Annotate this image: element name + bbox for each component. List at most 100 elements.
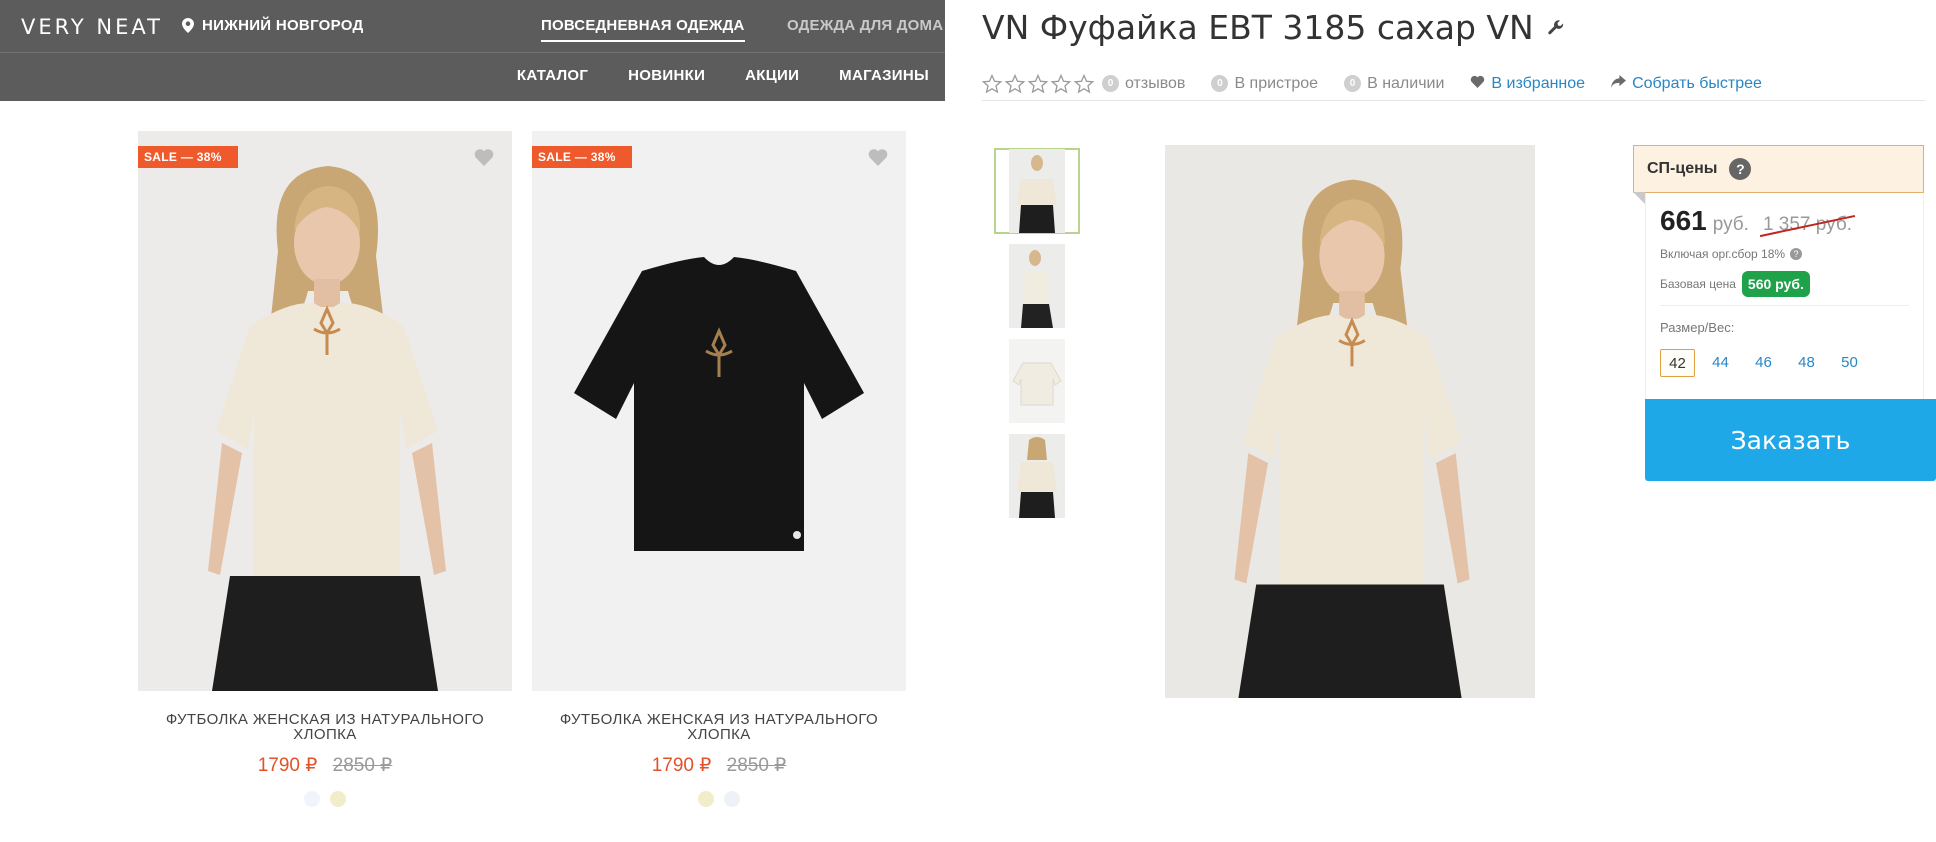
- size-selector: 42 44 46 48 50: [1660, 349, 1923, 399]
- size-option-48[interactable]: 48: [1789, 349, 1824, 377]
- color-swatches: [138, 791, 512, 807]
- thumbnail-list: [994, 148, 1080, 528]
- black-tshirt-illustration: [532, 131, 906, 691]
- thumbnail-image: [1009, 149, 1065, 233]
- color-swatch-white[interactable]: [724, 791, 740, 807]
- price-block: 661 руб. 1 357 руб. Включая орг.сбор 18%…: [1645, 193, 1924, 399]
- tab-casual-wear[interactable]: ПОВСЕДНЕВНАЯ ОДЕЖДА: [541, 17, 745, 42]
- thumbnail-side-illustration: [1009, 244, 1065, 328]
- pristroy-label: В пристрое: [1234, 74, 1319, 92]
- product-card-prices: 1790 ₽ 2850 ₽: [138, 754, 512, 777]
- color-swatch-beige[interactable]: [330, 791, 346, 807]
- thumbnail-4[interactable]: [994, 433, 1080, 519]
- sale-badge: SALE — 38%: [532, 146, 632, 168]
- color-swatches: [532, 791, 906, 807]
- stock-link[interactable]: 0 В наличии: [1344, 75, 1444, 93]
- price-row: 661 руб. 1 357 руб.: [1660, 205, 1923, 237]
- base-price-row: Базовая цена 560 руб.: [1660, 271, 1909, 306]
- current-price: 1790 ₽: [257, 755, 318, 776]
- header-top-row: VERY NEAT НИЖНИЙ НОВГОРОД ПОВСЕДНЕВНАЯ О…: [0, 0, 945, 53]
- location-pin-icon: [182, 18, 194, 33]
- sp-prices-title: СП-цены: [1647, 160, 1718, 177]
- share-arrow-icon: [1611, 74, 1626, 93]
- reviews-count: 0: [1102, 75, 1119, 92]
- price-currency: руб.: [1712, 214, 1749, 235]
- product-title-row: VN Фуфайка ЕВТ 3185 сахар VN: [982, 8, 1564, 47]
- nav-sales[interactable]: АКЦИИ: [745, 67, 799, 84]
- header-fold: [1633, 192, 1645, 204]
- sp-price: 661: [1660, 205, 1707, 236]
- favorite-heart-icon[interactable]: [474, 148, 494, 171]
- product-photo-flatlay[interactable]: SALE — 38%: [532, 131, 906, 691]
- thumbnail-3[interactable]: [994, 338, 1080, 424]
- add-to-favorites-link[interactable]: В избранное: [1470, 75, 1585, 93]
- model-tshirt-illustration: [1165, 145, 1535, 698]
- base-price-badge: 560 руб.: [1741, 271, 1810, 297]
- product-card-title[interactable]: ФУТБОЛКА ЖЕНСКАЯ ИЗ НАТУРАЛЬНОГО ХЛОПКА: [138, 712, 512, 742]
- help-question-icon[interactable]: ?: [1729, 158, 1752, 180]
- product-card[interactable]: SALE — 38% ФУТБОЛКА ЖЕНСКАЯ ИЗ НАТУРАЛЬН…: [138, 131, 512, 807]
- thumbnail-image: [1009, 339, 1065, 423]
- wrench-icon[interactable]: [1547, 19, 1564, 36]
- model-tshirt-illustration: [138, 131, 512, 691]
- sp-prices-header: СП-цены ?: [1633, 145, 1924, 204]
- city-name: НИЖНИЙ НОВГОРОД: [202, 17, 364, 34]
- color-swatch-beige[interactable]: [698, 791, 714, 807]
- reviews-label: отзывов: [1125, 74, 1186, 92]
- thumbnail-1[interactable]: [994, 148, 1080, 234]
- store-header: VERY NEAT НИЖНИЙ НОВГОРОД ПОВСЕДНЕВНАЯ О…: [0, 0, 945, 101]
- base-price-label: Базовая цена: [1660, 277, 1736, 291]
- product-card-title[interactable]: ФУТБОЛКА ЖЕНСКАЯ ИЗ НАТУРАЛЬНОГО ХЛОПКА: [532, 712, 906, 742]
- thumbnail-image: [1009, 434, 1065, 518]
- favorites-label: В избранное: [1491, 74, 1586, 92]
- old-price: 2850 ₽: [726, 755, 787, 776]
- sale-badge: SALE — 38%: [138, 146, 238, 168]
- size-label: Размер/Вес:: [1660, 320, 1735, 335]
- thumbnail-front-illustration: [1009, 149, 1065, 233]
- star-outline-icon: [982, 73, 1095, 93]
- heart-icon: [1470, 75, 1485, 93]
- pristroy-count: 0: [1211, 75, 1229, 92]
- org-fee-text: Включая орг.сбор 18%: [1660, 247, 1786, 261]
- nav-stores[interactable]: МАГАЗИНЫ: [839, 67, 929, 84]
- current-price: 1790 ₽: [651, 755, 712, 776]
- product-meta-bar: 0 отзывов 0 В пристрое 0 В наличии В изб…: [982, 67, 1925, 101]
- color-swatch-white[interactable]: [304, 791, 320, 807]
- size-option-50[interactable]: 50: [1832, 349, 1867, 377]
- stock-count: 0: [1344, 75, 1362, 92]
- tab-home-wear[interactable]: ОДЕЖДА ДЛЯ ДОМА: [787, 17, 943, 34]
- old-price-strikethrough: 1 357 руб.: [1762, 214, 1853, 235]
- store-subnav: КАТАЛОГ НОВИНКИ АКЦИИ МАГАЗИНЫ: [517, 67, 929, 84]
- size-option-44[interactable]: 44: [1703, 349, 1738, 377]
- thumbnail-image: [1009, 244, 1065, 328]
- city-selector[interactable]: НИЖНИЙ НОВГОРОД: [182, 17, 364, 34]
- share-link[interactable]: Собрать быстрее: [1611, 74, 1762, 93]
- size-option-42[interactable]: 42: [1660, 349, 1695, 377]
- product-photo-model[interactable]: SALE — 38%: [138, 131, 512, 691]
- pristroy-link[interactable]: 0 В пристрое: [1211, 75, 1318, 93]
- org-fee-note: Включая орг.сбор 18% ?: [1660, 247, 1923, 261]
- main-product-photo[interactable]: [1165, 145, 1535, 698]
- product-card[interactable]: SALE — 38% ФУТБОЛКА ЖЕНСКАЯ ИЗ НАТУРАЛЬН…: [532, 131, 906, 807]
- reviews-link[interactable]: 0 отзывов: [1102, 75, 1185, 93]
- product-card-prices: 1790 ₽ 2850 ₽: [532, 754, 906, 777]
- thumbnail-flat-illustration: [1009, 339, 1065, 423]
- product-panel: VN Фуфайка ЕВТ 3185 сахар VN 0 отзывов 0: [945, 0, 1936, 842]
- rating-stars[interactable]: [982, 73, 1096, 94]
- old-price: 2850 ₽: [332, 755, 393, 776]
- nav-catalog[interactable]: КАТАЛОГ: [517, 67, 588, 84]
- buy-box: СП-цены ? 661 руб. 1 357 руб. Включая ор…: [1633, 145, 1936, 481]
- store-panel: VERY NEAT НИЖНИЙ НОВГОРОД ПОВСЕДНЕВНАЯ О…: [0, 0, 945, 842]
- order-button[interactable]: Заказать: [1645, 399, 1936, 481]
- store-logo[interactable]: VERY NEAT: [21, 15, 163, 39]
- product-title: VN Фуфайка ЕВТ 3185 сахар VN: [982, 8, 1534, 47]
- thumbnail-back-illustration: [1009, 434, 1065, 518]
- thumbnail-2[interactable]: [994, 243, 1080, 329]
- nav-new[interactable]: НОВИНКИ: [628, 67, 705, 84]
- order-button-wrap: Заказать: [1645, 399, 1936, 481]
- stock-label: В наличии: [1367, 74, 1445, 92]
- share-label: Собрать быстрее: [1632, 74, 1762, 92]
- fee-help-icon[interactable]: ?: [1790, 248, 1803, 260]
- size-option-46[interactable]: 46: [1746, 349, 1781, 377]
- favorite-heart-icon[interactable]: [868, 148, 888, 171]
